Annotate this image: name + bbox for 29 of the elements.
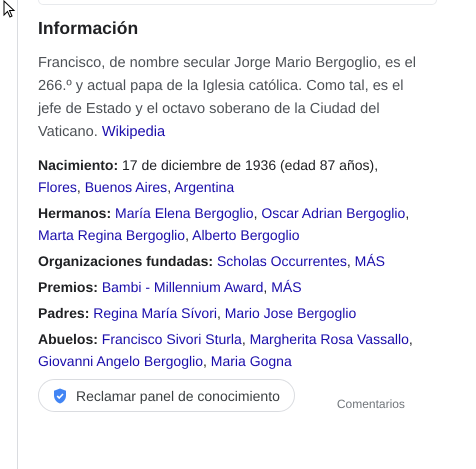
fact-link[interactable]: MÁS xyxy=(354,253,386,269)
fact-link[interactable]: Flores xyxy=(38,179,77,195)
fact-row-text: Abuelos: Francisco Sivori Sturla, Margherita Rosa Vassallo, Giovanni Angelo Bergoglio, Maria Gogna xyxy=(38,330,414,371)
fact-link[interactable]: Marta Regina Bergoglio xyxy=(38,227,186,243)
fact-link[interactable]: Francisco Sivori Sturla xyxy=(102,331,242,347)
fact-link[interactable]: Maria Gogna xyxy=(210,353,292,369)
fact-link[interactable]: Scholas Occurrentes xyxy=(216,253,347,269)
fact-link[interactable]: Margherita Rosa Vassallo xyxy=(250,331,409,347)
source-link[interactable]: Wikipedia xyxy=(102,124,166,140)
fact-link[interactable]: Alberto Bergoglio xyxy=(192,227,300,243)
fact-link[interactable]: Bambi - Millennium Award xyxy=(102,279,264,295)
fact-link[interactable]: María Elena Bergoglio xyxy=(115,205,254,221)
fact-link[interactable]: Mario Jose Bergoglio xyxy=(224,305,356,321)
description-paragraph: Francisco, de nombre secular Jorge Mario Bergoglio, es el 266.º y actual papa de la Iglesia católica. Como tal, es el jefe de Estado y el octavo soberano de la Ciudad del Vaticano. Wikipedia xyxy=(38,54,416,142)
verified-shield-icon xyxy=(53,388,67,404)
fact-link[interactable]: MÁS xyxy=(271,279,302,295)
fact-row-text: Organizaciones fundadas: Scholas Occurrentes, MÁS xyxy=(38,252,386,271)
fact-link[interactable]: Regina María Sívori xyxy=(93,305,217,321)
fact-link[interactable]: Argentina xyxy=(174,179,234,195)
feedback-link[interactable]: Comentarios xyxy=(336,397,405,411)
fact-link[interactable]: Buenos Aires xyxy=(84,179,168,195)
claim-panel-button[interactable]: Reclamar panel de conocimiento xyxy=(38,379,295,412)
fact-row-text: Padres: Regina María Sívori, Mario Jose Bergoglio xyxy=(38,304,358,323)
fact-link[interactable]: Giovanni Angelo Bergoglio xyxy=(38,353,204,369)
fact-row-text: Premios: Bambi - Millennium Award, MÁS xyxy=(38,278,303,297)
section-title: Información xyxy=(38,17,140,40)
fact-row-text: Nacimiento: 17 de diciembre de 1936 (edad 87 años), Flores, Buenos Aires, Argentina xyxy=(38,156,380,197)
fact-row-text: Hermanos: María Elena Bergoglio, Oscar Adrian Bergoglio, Marta Regina Bergoglio, Alberto Bergoglio xyxy=(38,204,410,245)
fact-link[interactable]: Oscar Adrian Bergoglio xyxy=(261,205,406,221)
